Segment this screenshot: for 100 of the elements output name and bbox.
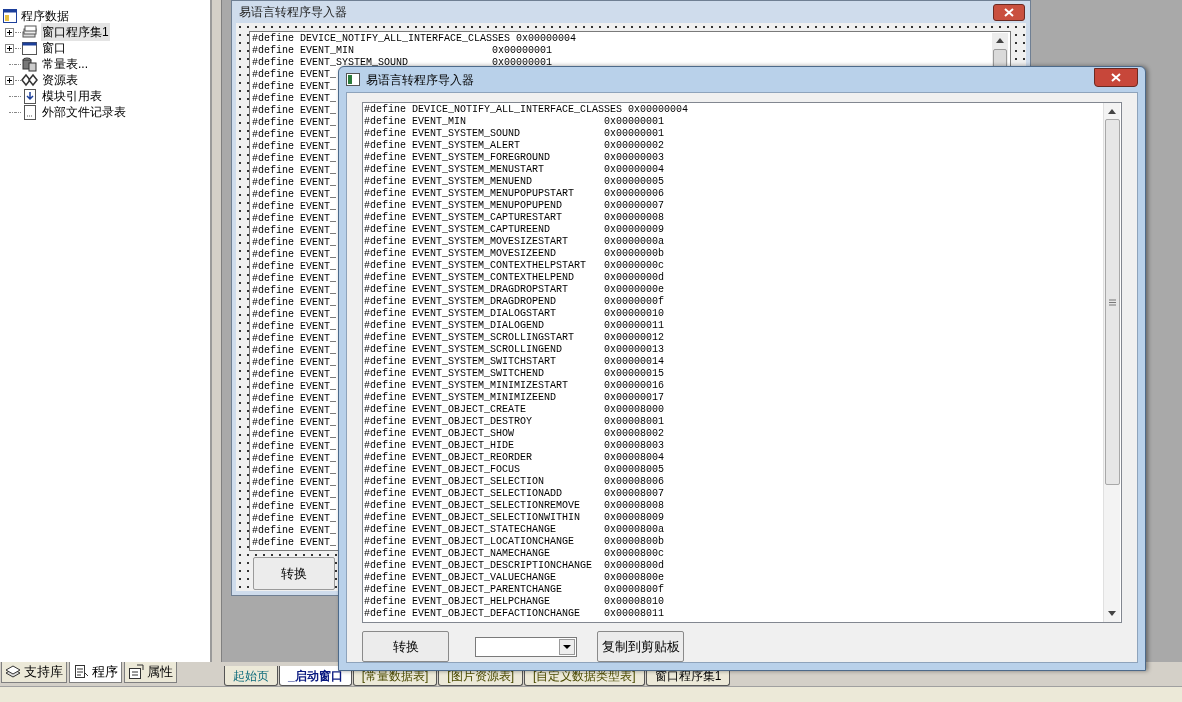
scrollbar-thumb[interactable] [1105,119,1120,485]
code-line: #define EVENT_ [252,69,336,81]
editor-tab[interactable]: _启动窗口 [279,666,352,686]
hex-value: 0x00000012 [604,332,665,344]
code-line: #define EVENT_OBJECT_STATECHANGE [364,524,558,536]
hex-value: 0x00000017 [604,392,665,404]
document-icon [21,104,38,120]
code-line: #define EVENT_SYSTEM_MOVESIZEEND [364,248,558,260]
code-line: #define EVENT_MIN [252,45,356,57]
hex-value: 0x00008009 [604,512,665,524]
convert-button[interactable]: 转换 [362,631,449,662]
hex-value: 0x0000000d [604,272,665,284]
code-line: #define EVENT_ [252,141,336,153]
window-title: 易语言转程序导入器 [239,4,347,21]
close-button[interactable] [1094,68,1138,87]
hex-value: 0x00000001 [492,45,553,57]
code-line: #define EVENT_ [252,237,336,249]
code-line: #define EVENT_ [252,405,336,417]
hex-value: 0x00000006 [604,188,665,200]
code-line: #define EVENT_SYSTEM_DIALOGEND [364,320,546,332]
code-line: #define EVENT_ [252,153,336,165]
expand-box[interactable] [5,27,14,37]
dropdown-field[interactable] [475,636,577,657]
hex-value: 0x00000015 [604,368,665,380]
code-line: #define EVENT_OBJECT_SELECTION [364,476,546,488]
hex-value: 0x00000009 [604,224,665,236]
hex-value: 0x0000800d [604,560,665,572]
code-line: #define EVENT_SYSTEM_SWITCHEND [364,368,546,380]
hex-value: 0x0000000c [604,260,665,272]
code-line: #define EVENT_ [252,261,336,273]
hex-value: 0x0000000b [604,248,665,260]
tree-item[interactable]: 资源表 [41,71,79,89]
tree-item[interactable]: 窗口 [41,39,67,57]
code-line: #define EVENT_ [252,417,336,429]
cylinders-icon [21,56,38,72]
hex-value: 0x00000004 [516,33,577,45]
hex-value: 0x00000004 [628,104,689,116]
hex-value: 0x0000000f [604,296,665,308]
convert-button[interactable]: 转换 [253,557,335,590]
code-line: #define EVENT_ [252,321,336,333]
code-line: #define EVENT_ [252,525,336,537]
app-icon [346,73,360,86]
scrollbar[interactable] [1103,103,1120,622]
code-line: #define EVENT_ [252,369,336,381]
code-line: #define EVENT_SYSTEM_MENUPOPUPEND [364,200,564,212]
hex-value: 0x00008006 [604,476,665,488]
tree-item[interactable]: 模块引用表 [41,87,103,105]
stack-icon [21,24,38,40]
code-line: #define EVENT_OBJECT_DESTROY [364,416,534,428]
code-line: #define EVENT_ [252,213,336,225]
expand-box[interactable] [5,43,14,53]
code-line: #define EVENT_SYSTEM_MENUEND [364,176,534,188]
expand-box[interactable] [5,75,14,85]
code-line: #define EVENT_SYSTEM_CONTEXTHELPEND [364,272,576,284]
close-button[interactable] [993,3,1025,21]
hex-value: 0x00008001 [604,416,665,428]
panel-splitter[interactable] [212,0,222,662]
code-line: #define EVENT_SYSTEM_CONTEXTHELPSTART [364,260,588,272]
code-line: #define EVENT_OBJECT_SELECTIONWITHIN [364,512,582,524]
hex-value: 0x00000001 [604,116,665,128]
hex-value: 0x00008010 [604,596,665,608]
editor-tab[interactable]: 起始页 [224,666,278,686]
hex-value: 0x00000005 [604,176,665,188]
tree-root-label[interactable]: 程序数据 [21,7,69,25]
page-icon [73,664,89,680]
code-line: #define EVENT_ [252,177,336,189]
tree-item[interactable]: 外部文件记录表 [41,103,127,121]
code-line: #define EVENT_SYSTEM_SWITCHSTART [364,356,558,368]
code-line: #define EVENT_OBJECT_SHOW [364,428,516,440]
hex-value: 0x00000010 [604,308,665,320]
code-line: #define EVENT_SYSTEM_CAPTUREEND [364,224,552,236]
code-line: #define EVENT_ [252,81,336,93]
hex-value: 0x00008003 [604,440,665,452]
hex-value: 0x00000003 [604,152,665,164]
code-line: #define EVENT_ [252,465,336,477]
code-line: #define EVENT_SYSTEM_ALERT [364,140,522,152]
code-line: #define EVENT_ [252,501,336,513]
copy-to-clipboard-button[interactable]: 复制到剪贴板 [597,631,684,662]
code-line: #define EVENT_ [252,393,336,405]
code-line: #define EVENT_ [252,345,336,357]
code-line: #define EVENT_SYSTEM_MOVESIZESTART [364,236,570,248]
hex-value: 0x0000800f [604,584,665,596]
code-line: #define EVENT_ [252,441,336,453]
code-line: #define EVENT_SYSTEM_SCROLLINGSTART [364,332,576,344]
panel-tab[interactable]: 属性 [124,662,177,683]
tree-item[interactable]: 窗口程序集1 [41,23,110,41]
hex-value: 0x00008002 [604,428,665,440]
hex-value: 0x0000800b [604,536,665,548]
code-line: #define EVENT_ [252,309,336,321]
panel-tab[interactable]: 支持库 [1,662,67,683]
diamonds-icon [21,72,38,88]
window-icon [21,40,38,56]
hex-value: 0x00000016 [604,380,665,392]
code-line: #define EVENT_SYSTEM_FOREGROUND [364,152,552,164]
grip-icon [1109,298,1116,306]
properties-icon [128,664,144,680]
hex-value: 0x00008011 [604,608,665,620]
tree-item[interactable]: 常量表... [41,55,89,73]
panel-tab[interactable]: 程序 [69,662,122,683]
code-line: #define EVENT_ [252,189,336,201]
